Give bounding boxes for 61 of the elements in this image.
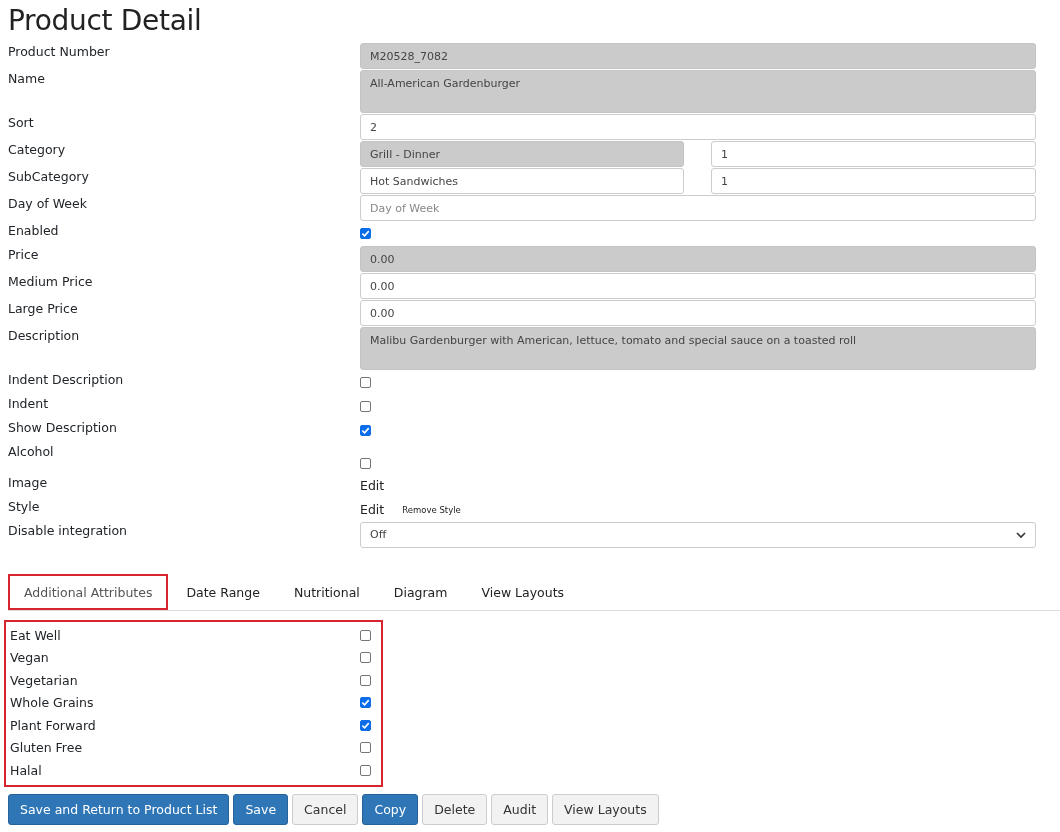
checkbox[interactable]: [360, 377, 371, 388]
chevron-down-icon: [1016, 531, 1026, 539]
checkbox[interactable]: [360, 674, 371, 686]
attribute-label: Gluten Free: [10, 740, 83, 756]
tab[interactable]: Additional Attributes: [8, 574, 169, 610]
edit-link[interactable]: Edit: [360, 478, 385, 493]
field-label: Medium Price: [8, 273, 94, 291]
text-field[interactable]: 0.00: [360, 273, 1036, 299]
action-button[interactable]: Cancel: [292, 793, 359, 825]
attribute-label: Vegetarian: [10, 672, 78, 688]
field-label: Image: [8, 474, 49, 492]
select-dropdown[interactable]: Off: [360, 522, 1036, 548]
text-field[interactable]: 2: [360, 114, 1036, 140]
attribute-label: Whole Grains: [10, 695, 94, 711]
field-label: Product Number: [8, 43, 111, 61]
attribute-label: Halal: [10, 762, 42, 778]
action-button[interactable]: Delete: [422, 793, 488, 825]
text-field[interactable]: Hot Sandwiches: [360, 168, 684, 194]
field-label: Alcohol: [8, 443, 55, 461]
attribute-label: Vegan: [10, 650, 49, 666]
checkbox[interactable]: [360, 629, 371, 641]
action-button[interactable]: Copy: [362, 793, 419, 825]
page-title: Product Detail: [8, 4, 203, 37]
text-field[interactable]: Day of Week: [360, 195, 1036, 221]
field-label: Sort: [8, 114, 35, 132]
tab[interactable]: View Layouts: [465, 574, 581, 610]
field-label: SubCategory: [8, 168, 90, 186]
field-label: Enabled: [8, 222, 60, 240]
field-label: Large Price: [8, 300, 79, 318]
checkbox[interactable]: [360, 697, 371, 709]
field-label: Category: [8, 141, 67, 159]
tab[interactable]: Nutritional: [277, 574, 376, 610]
checkbox[interactable]: [360, 425, 371, 436]
text-field[interactable]: 0.00: [360, 300, 1036, 326]
checkbox[interactable]: [360, 719, 371, 731]
field-label: Disable integration: [8, 522, 128, 540]
checkbox[interactable]: [360, 401, 371, 412]
field-label: Indent Description: [8, 371, 125, 389]
checkbox[interactable]: [360, 764, 371, 776]
action-button[interactable]: Save and Return to Product List: [8, 793, 230, 825]
checkbox[interactable]: [360, 652, 371, 664]
action-button[interactable]: View Layouts: [552, 793, 659, 825]
field-label: Name: [8, 70, 46, 88]
action-button[interactable]: Save: [233, 793, 289, 825]
action-button[interactable]: Audit: [491, 793, 549, 825]
checkbox[interactable]: [360, 228, 371, 239]
field-label: Day of Week: [8, 195, 88, 213]
attribute-label: Plant Forward: [10, 717, 96, 733]
tab[interactable]: Date Range: [170, 574, 276, 610]
field-label: Show Description: [8, 419, 118, 437]
edit-link[interactable]: Remove Style: [402, 504, 461, 515]
checkbox[interactable]: [360, 742, 371, 754]
tab[interactable]: Diagram: [377, 574, 464, 610]
field-label: Indent: [8, 395, 50, 413]
checkbox[interactable]: [360, 458, 371, 469]
field-label: Description: [8, 327, 81, 345]
text-field[interactable]: 1: [711, 168, 1036, 194]
field-label: Price: [8, 246, 40, 264]
attribute-label: Eat Well: [10, 627, 61, 643]
edit-link[interactable]: Edit: [360, 502, 385, 517]
field-label: Style: [8, 498, 41, 516]
